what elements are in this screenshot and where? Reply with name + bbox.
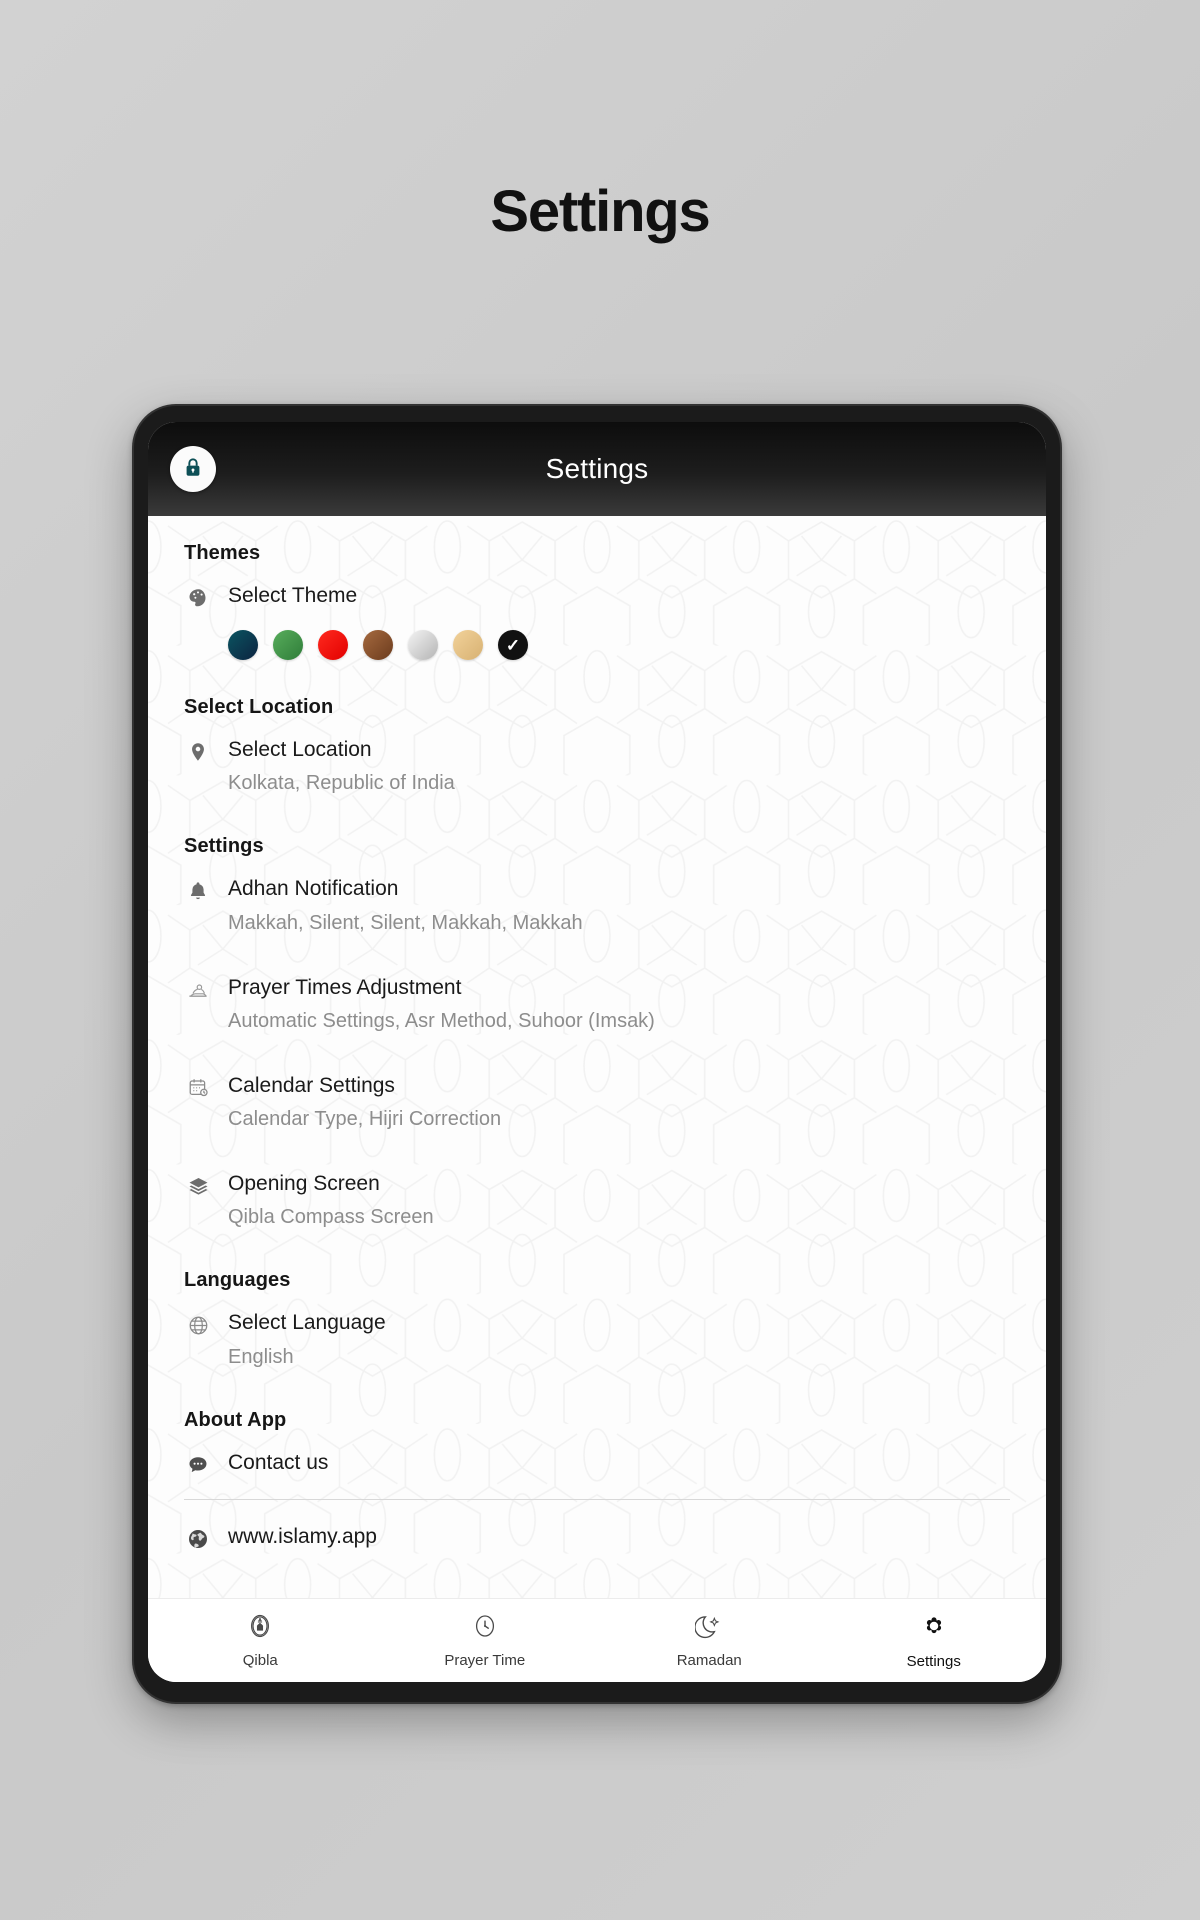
- praying-icon: [184, 976, 212, 1004]
- settings-scroll-area[interactable]: Themes Select Theme ✓ Select Location Se…: [148, 516, 1046, 1598]
- theme-swatch-gold[interactable]: [453, 630, 483, 660]
- settings-content: Themes Select Theme ✓ Select Location Se…: [148, 516, 1046, 1598]
- check-icon: ✓: [505, 635, 521, 655]
- row-contact-us[interactable]: Contact us: [184, 1448, 1010, 1481]
- section-themes: Themes Select Theme ✓: [184, 542, 1010, 660]
- section-header-about-app: About App: [184, 1408, 287, 1431]
- row-sublabel: Qibla Compass Screen: [228, 1206, 434, 1229]
- tab-label: Prayer Time: [444, 1652, 526, 1669]
- kaaba-icon: [246, 1612, 274, 1645]
- row-text-wrap: www.islamy.app: [228, 1524, 1010, 1550]
- earth-icon: [184, 1525, 212, 1553]
- row-label: Select Theme: [228, 584, 358, 607]
- tab-label: Qibla: [242, 1652, 278, 1669]
- theme-swatch-red[interactable]: [318, 630, 348, 660]
- tab-ramadan[interactable]: Ramadan: [597, 1612, 822, 1669]
- row-sublabel: English: [228, 1345, 294, 1368]
- chat-bubble-icon: [184, 1451, 212, 1479]
- lock-button[interactable]: [170, 446, 216, 492]
- section-header-settings: Settings: [184, 835, 264, 858]
- row-calendar-settings[interactable]: Calendar Settings Calendar Type, Hijri C…: [184, 1071, 1010, 1135]
- palette-icon: [184, 584, 212, 612]
- row-text-wrap: Adhan Notification Makkah, Silent, Silen…: [228, 876, 1010, 936]
- row-select-theme[interactable]: Select Theme: [184, 581, 1010, 614]
- row-sublabel: Makkah, Silent, Silent, Makkah, Makkah: [228, 911, 583, 934]
- row-label: Select Language: [228, 1311, 386, 1335]
- clock-icon: [471, 1612, 499, 1645]
- row-label: Adhan Notification: [228, 877, 399, 901]
- row-sublabel: Automatic Settings, Asr Method, Suhoor (…: [228, 1009, 655, 1032]
- moon-icon: [694, 1612, 723, 1645]
- page-title: Settings: [490, 179, 710, 244]
- section-about-app: About App Contact us www.islamy.app: [184, 1409, 1010, 1555]
- row-select-location[interactable]: Select Location Kolkata, Republic of Ind…: [184, 735, 1010, 799]
- row-text-wrap: Opening Screen Qibla Compass Screen: [228, 1171, 1010, 1231]
- section-header-select-location: Select Location: [184, 696, 334, 718]
- section-header-themes: Themes: [184, 542, 261, 564]
- row-label: Contact us: [228, 1450, 329, 1474]
- device-screen: Settings Themes Select Theme ✓ Select Lo…: [148, 422, 1046, 1682]
- section-settings: Settings Adhan Notification Makkah, Sile…: [184, 835, 1010, 1233]
- tab-label: Settings: [906, 1653, 961, 1670]
- about-divider: [184, 1498, 1010, 1500]
- row-prayer-times-adjustment[interactable]: Prayer Times Adjustment Automatic Settin…: [184, 973, 1010, 1037]
- row-label: Prayer Times Adjustment: [228, 975, 462, 999]
- tab-settings[interactable]: Settings: [822, 1611, 1047, 1670]
- section-header-languages: Languages: [184, 1269, 291, 1292]
- row-select-language[interactable]: Select Language English: [184, 1308, 1010, 1372]
- row-adhan-notification[interactable]: Adhan Notification Makkah, Silent, Silen…: [184, 874, 1010, 938]
- theme-swatch-silver[interactable]: [408, 630, 438, 660]
- row-website[interactable]: www.islamy.app: [184, 1522, 1010, 1555]
- row-text-wrap: Calendar Settings Calendar Type, Hijri C…: [228, 1073, 1010, 1133]
- row-text-wrap: Select Theme: [228, 583, 1010, 609]
- app-bar: Settings: [148, 422, 1046, 516]
- row-label: Calendar Settings: [228, 1073, 395, 1097]
- tab-label: Ramadan: [676, 1652, 742, 1669]
- row-sublabel: Kolkata, Republic of India: [228, 772, 455, 795]
- row-opening-screen[interactable]: Opening Screen Qibla Compass Screen: [184, 1169, 1010, 1233]
- row-text-wrap: Select Language English: [228, 1310, 1010, 1370]
- tablet-device-frame: Settings Themes Select Theme ✓ Select Lo…: [132, 404, 1062, 1704]
- tab-prayer-time[interactable]: Prayer Time: [373, 1612, 598, 1669]
- row-sublabel: Calendar Type, Hijri Correction: [228, 1108, 502, 1130]
- theme-swatch-green[interactable]: [273, 630, 303, 660]
- row-text-wrap: Prayer Times Adjustment Automatic Settin…: [228, 975, 1010, 1035]
- row-label: Select Location: [228, 738, 372, 761]
- row-label: www.islamy.app: [228, 1524, 377, 1548]
- bottom-navigation: Qibla Prayer Time Ramadan Settings: [148, 1598, 1046, 1682]
- section-select-location: Select Location Select Location Kolkata,…: [184, 696, 1010, 799]
- gear-icon: [919, 1611, 949, 1646]
- tab-qibla[interactable]: Qibla: [148, 1612, 373, 1669]
- row-text-wrap: Select Location Kolkata, Republic of Ind…: [228, 737, 1010, 797]
- calendar-icon: [184, 1074, 212, 1102]
- lock-icon: [182, 456, 204, 483]
- section-languages: Languages Select Language English: [184, 1269, 1010, 1372]
- map-pin-icon: [184, 738, 212, 766]
- page-root: Settings Settings Themes Select Theme ✓ …: [0, 0, 1200, 1920]
- theme-swatch-brown[interactable]: [363, 630, 393, 660]
- app-bar-title: Settings: [545, 453, 649, 484]
- theme-swatch-teal-navy[interactable]: [228, 630, 258, 660]
- globe-grid-icon: [184, 1311, 212, 1339]
- layers-icon: [184, 1172, 212, 1200]
- row-text-wrap: Contact us: [228, 1450, 1010, 1476]
- theme-swatch-list[interactable]: ✓: [228, 630, 1010, 660]
- theme-swatch-black-selected[interactable]: ✓: [498, 630, 528, 660]
- bell-icon: [184, 877, 212, 905]
- row-label: Opening Screen: [228, 1172, 380, 1195]
